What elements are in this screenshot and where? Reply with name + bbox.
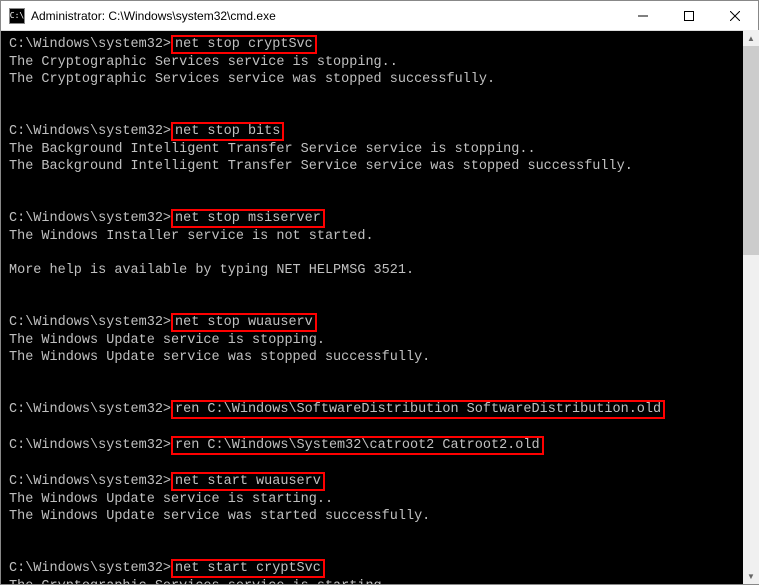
close-button[interactable] bbox=[712, 1, 758, 30]
highlighted-command: net stop wuauserv bbox=[171, 313, 317, 332]
output-line: The Cryptographic Services service is st… bbox=[9, 54, 750, 71]
cmd-icon: C:\ bbox=[9, 8, 25, 24]
highlighted-command: net start wuauserv bbox=[171, 472, 325, 491]
output-line: The Windows Update service is starting.. bbox=[9, 491, 750, 508]
scroll-down-icon[interactable]: ▼ bbox=[743, 568, 759, 584]
highlighted-command: ren C:\Windows\SoftwareDistribution Soft… bbox=[171, 400, 665, 419]
prompt: C:\Windows\system32> bbox=[9, 402, 171, 417]
highlighted-command: net stop msiserver bbox=[171, 209, 325, 228]
prompt: C:\Windows\system32> bbox=[9, 315, 171, 330]
output-line: The Cryptographic Services service is st… bbox=[9, 578, 750, 584]
prompt: C:\Windows\system32> bbox=[9, 474, 171, 489]
maximize-button[interactable] bbox=[666, 1, 712, 30]
highlighted-command: ren C:\Windows\System32\catroot2 Catroot… bbox=[171, 436, 544, 455]
titlebar[interactable]: C:\ Administrator: C:\Windows\system32\c… bbox=[1, 1, 758, 31]
output-line: The Windows Update service was stopped s… bbox=[9, 349, 750, 366]
scroll-up-icon[interactable]: ▲ bbox=[743, 30, 759, 46]
scroll-thumb[interactable] bbox=[743, 46, 759, 255]
output-line: The Windows Installer service is not sta… bbox=[9, 228, 750, 245]
scrollbar[interactable]: ▲ ▼ bbox=[743, 30, 759, 584]
output-line: The Background Intelligent Transfer Serv… bbox=[9, 141, 750, 158]
minimize-button[interactable] bbox=[620, 1, 666, 30]
output-line: The Cryptographic Services service was s… bbox=[9, 71, 750, 88]
window-controls bbox=[620, 1, 758, 30]
output-line: The Background Intelligent Transfer Serv… bbox=[9, 158, 750, 175]
window-title: Administrator: C:\Windows\system32\cmd.e… bbox=[31, 9, 620, 23]
prompt: C:\Windows\system32> bbox=[9, 37, 171, 52]
highlighted-command: net stop cryptSvc bbox=[171, 35, 317, 54]
terminal-output[interactable]: C:\Windows\system32>net stop cryptSvcThe… bbox=[1, 31, 758, 584]
output-line: The Windows Update service is stopping. bbox=[9, 332, 750, 349]
prompt: C:\Windows\system32> bbox=[9, 561, 171, 576]
output-line: More help is available by typing NET HEL… bbox=[9, 262, 750, 279]
prompt: C:\Windows\system32> bbox=[9, 211, 171, 226]
output-line: The Windows Update service was started s… bbox=[9, 508, 750, 525]
scroll-track[interactable] bbox=[743, 46, 759, 568]
highlighted-command: net start cryptSvc bbox=[171, 559, 325, 578]
prompt: C:\Windows\system32> bbox=[9, 438, 171, 453]
highlighted-command: net stop bits bbox=[171, 122, 284, 141]
cmd-icon-text: C:\ bbox=[10, 12, 24, 20]
prompt: C:\Windows\system32> bbox=[9, 124, 171, 139]
